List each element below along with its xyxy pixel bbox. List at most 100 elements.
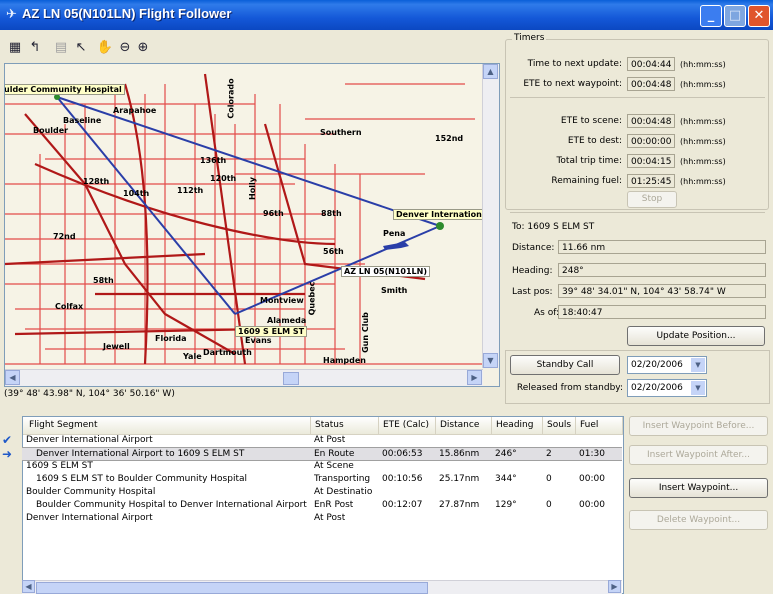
maximize-icon: □ bbox=[728, 8, 742, 23]
remaining-fuel-label: Remaining fuel: bbox=[551, 176, 622, 186]
next-waypoint-value: 00:04:48 bbox=[627, 77, 675, 91]
to-scene-label: ETE to scene: bbox=[560, 116, 622, 126]
column-header[interactable]: Flight Segment bbox=[23, 417, 311, 434]
scroll-down-icon[interactable]: ▼ bbox=[483, 353, 498, 368]
column-header[interactable]: Distance bbox=[436, 417, 492, 434]
map-place-label: 96th bbox=[263, 209, 284, 218]
fuel-cell: 00:00 bbox=[579, 474, 605, 484]
insert-waypoint-button[interactable]: Insert Waypoint... bbox=[629, 478, 768, 498]
title-bar[interactable]: ✈ AZ LN 05(N101LN) Flight Follower _ □ ✕ bbox=[0, 0, 773, 30]
unit-label: (hh:mm:ss) bbox=[680, 60, 726, 69]
map-place-label: Holly bbox=[247, 177, 257, 200]
map-place-label: Boulder bbox=[33, 126, 69, 135]
table-row[interactable]: 1609 S ELM ST to Boulder Community Hospi… bbox=[22, 473, 622, 485]
map-place-label: Jewell bbox=[103, 342, 130, 351]
status-cell: En Route bbox=[314, 449, 355, 459]
map-layers-icon[interactable]: ▦ bbox=[6, 39, 24, 57]
map-place-label: Florida bbox=[155, 334, 187, 343]
map-place-label: Dartmouth bbox=[203, 348, 252, 357]
segment-cell: 1609 S ELM ST to Boulder Community Hospi… bbox=[36, 474, 247, 484]
status-cell: EnR Post bbox=[314, 500, 354, 510]
close-button[interactable]: ✕ bbox=[748, 5, 770, 27]
stop-button: Stop bbox=[627, 191, 677, 208]
zoom-in-icon[interactable]: ⊕ bbox=[134, 39, 152, 57]
scroll-left-icon[interactable]: ◀ bbox=[5, 370, 20, 385]
souls-cell: 0 bbox=[546, 500, 552, 510]
zoom-out-icon[interactable]: ⊖ bbox=[116, 39, 134, 57]
window-title: AZ LN 05(N101LN) Flight Follower bbox=[22, 6, 232, 21]
table-row[interactable]: Boulder Community Hospital At Destinatio bbox=[22, 486, 622, 498]
standby-call-button[interactable]: Standby Call bbox=[510, 355, 620, 375]
table-row[interactable]: 1609 S ELM ST At Scene bbox=[22, 460, 622, 472]
map-place-label: 128th bbox=[83, 177, 110, 186]
destination-label: To: 1609 S ELM ST bbox=[512, 222, 595, 232]
table-row[interactable]: ✔ Denver International Airport At Post bbox=[2, 434, 622, 446]
unit-label: (hh:mm:ss) bbox=[680, 117, 726, 126]
minimize-button[interactable]: _ bbox=[700, 5, 722, 27]
scroll-thumb[interactable] bbox=[283, 372, 299, 385]
undo-icon[interactable]: ↰ bbox=[26, 39, 44, 57]
segment-cell: 1609 S ELM ST bbox=[26, 461, 93, 471]
distance-cell: 25.17nm bbox=[439, 474, 480, 484]
pointer-icon[interactable]: ↖ bbox=[72, 39, 90, 57]
scroll-left-icon[interactable]: ◀ bbox=[22, 580, 35, 593]
to-scene-value: 00:04:48 bbox=[627, 114, 675, 128]
scroll-thumb[interactable] bbox=[36, 582, 428, 594]
scroll-right-icon[interactable]: ▶ bbox=[467, 370, 482, 385]
next-update-label: Time to next update: bbox=[527, 59, 622, 69]
released-label: Released from standby: bbox=[516, 383, 623, 393]
scroll-up-icon[interactable]: ▲ bbox=[483, 64, 498, 79]
table-horizontal-scrollbar[interactable]: ◀ ▶ bbox=[22, 580, 622, 594]
to-dest-value: 00:00:00 bbox=[627, 134, 675, 148]
column-header[interactable]: Status bbox=[311, 417, 379, 434]
flight-icon: ✈ bbox=[6, 7, 17, 22]
released-date[interactable]: 02/20/2006 ▼ bbox=[627, 379, 707, 397]
column-header[interactable]: Fuel bbox=[576, 417, 623, 434]
next-update-value: 00:04:44 bbox=[627, 57, 675, 71]
standby-call-date[interactable]: 02/20/2006 ▼ bbox=[627, 356, 707, 374]
status-cell: At Post bbox=[314, 513, 346, 523]
map-horizontal-scrollbar[interactable]: ◀ ▶ bbox=[5, 369, 483, 386]
insert-waypoint-after-button: Insert Waypoint After... bbox=[629, 445, 768, 465]
next-waypoint-label: ETE to next waypoint: bbox=[523, 79, 622, 89]
as-of-label: As of: bbox=[534, 308, 560, 318]
map-vertical-scrollbar[interactable]: ▲ ▼ bbox=[482, 64, 499, 368]
column-header[interactable]: Souls bbox=[543, 417, 576, 434]
map-place-label: 136th bbox=[200, 156, 227, 165]
table-header: Flight Segment Status ETE (Calc) Distanc… bbox=[23, 417, 623, 435]
unit-label: (hh:mm:ss) bbox=[680, 157, 726, 166]
column-header[interactable]: ETE (Calc) bbox=[379, 417, 436, 434]
chevron-down-icon[interactable]: ▼ bbox=[691, 358, 705, 372]
map-label-denver-airport: Denver Internationa bbox=[393, 209, 491, 220]
total-trip-value: 00:04:15 bbox=[627, 154, 675, 168]
update-position-button[interactable]: Update Position... bbox=[627, 326, 765, 346]
column-header[interactable]: Heading bbox=[492, 417, 543, 434]
map-place-label: Smith bbox=[381, 286, 408, 295]
map-place-label: 104th bbox=[123, 189, 150, 198]
map-view[interactable]: ulder Community Hospital Denver Internat… bbox=[4, 63, 500, 387]
map-place-label: Alameda bbox=[267, 316, 307, 325]
distance-value: 11.66 nm bbox=[558, 240, 766, 254]
table-row[interactable]: Boulder Community Hospital to Denver Int… bbox=[22, 499, 622, 511]
table-row[interactable]: ➜ Denver International Airport to 1609 S … bbox=[2, 447, 622, 461]
map-place-label: Arapahoe bbox=[113, 106, 157, 115]
map-place-label: 112th bbox=[177, 186, 204, 195]
segment-cell: Denver International Airport bbox=[26, 435, 153, 445]
maximize-button[interactable]: □ bbox=[724, 5, 746, 27]
distance-cell: 27.87nm bbox=[439, 500, 480, 510]
table-row[interactable]: Denver International Airport At Post bbox=[22, 512, 622, 524]
map-place-label: Southern bbox=[320, 128, 362, 137]
pan-hand-icon[interactable]: ✋ bbox=[96, 39, 114, 57]
segment-cell: Boulder Community Hospital to Denver Int… bbox=[36, 500, 307, 510]
unit-label: (hh:mm:ss) bbox=[680, 80, 726, 89]
divider bbox=[510, 97, 765, 98]
fuel-cell: 00:00 bbox=[579, 500, 605, 510]
fuel-cell: 01:30 bbox=[579, 449, 605, 459]
map-place-label: Colfax bbox=[55, 302, 84, 311]
souls-cell: 2 bbox=[546, 449, 552, 459]
map-toolbar: ▦ ↰ ▤ ↖ ✋ ⊖ ⊕ bbox=[4, 36, 498, 62]
insert-waypoint-before-button: Insert Waypoint Before... bbox=[629, 416, 768, 436]
chevron-down-icon[interactable]: ▼ bbox=[691, 381, 705, 395]
map-place-label: 58th bbox=[93, 276, 114, 285]
scroll-right-icon[interactable]: ▶ bbox=[608, 580, 621, 593]
